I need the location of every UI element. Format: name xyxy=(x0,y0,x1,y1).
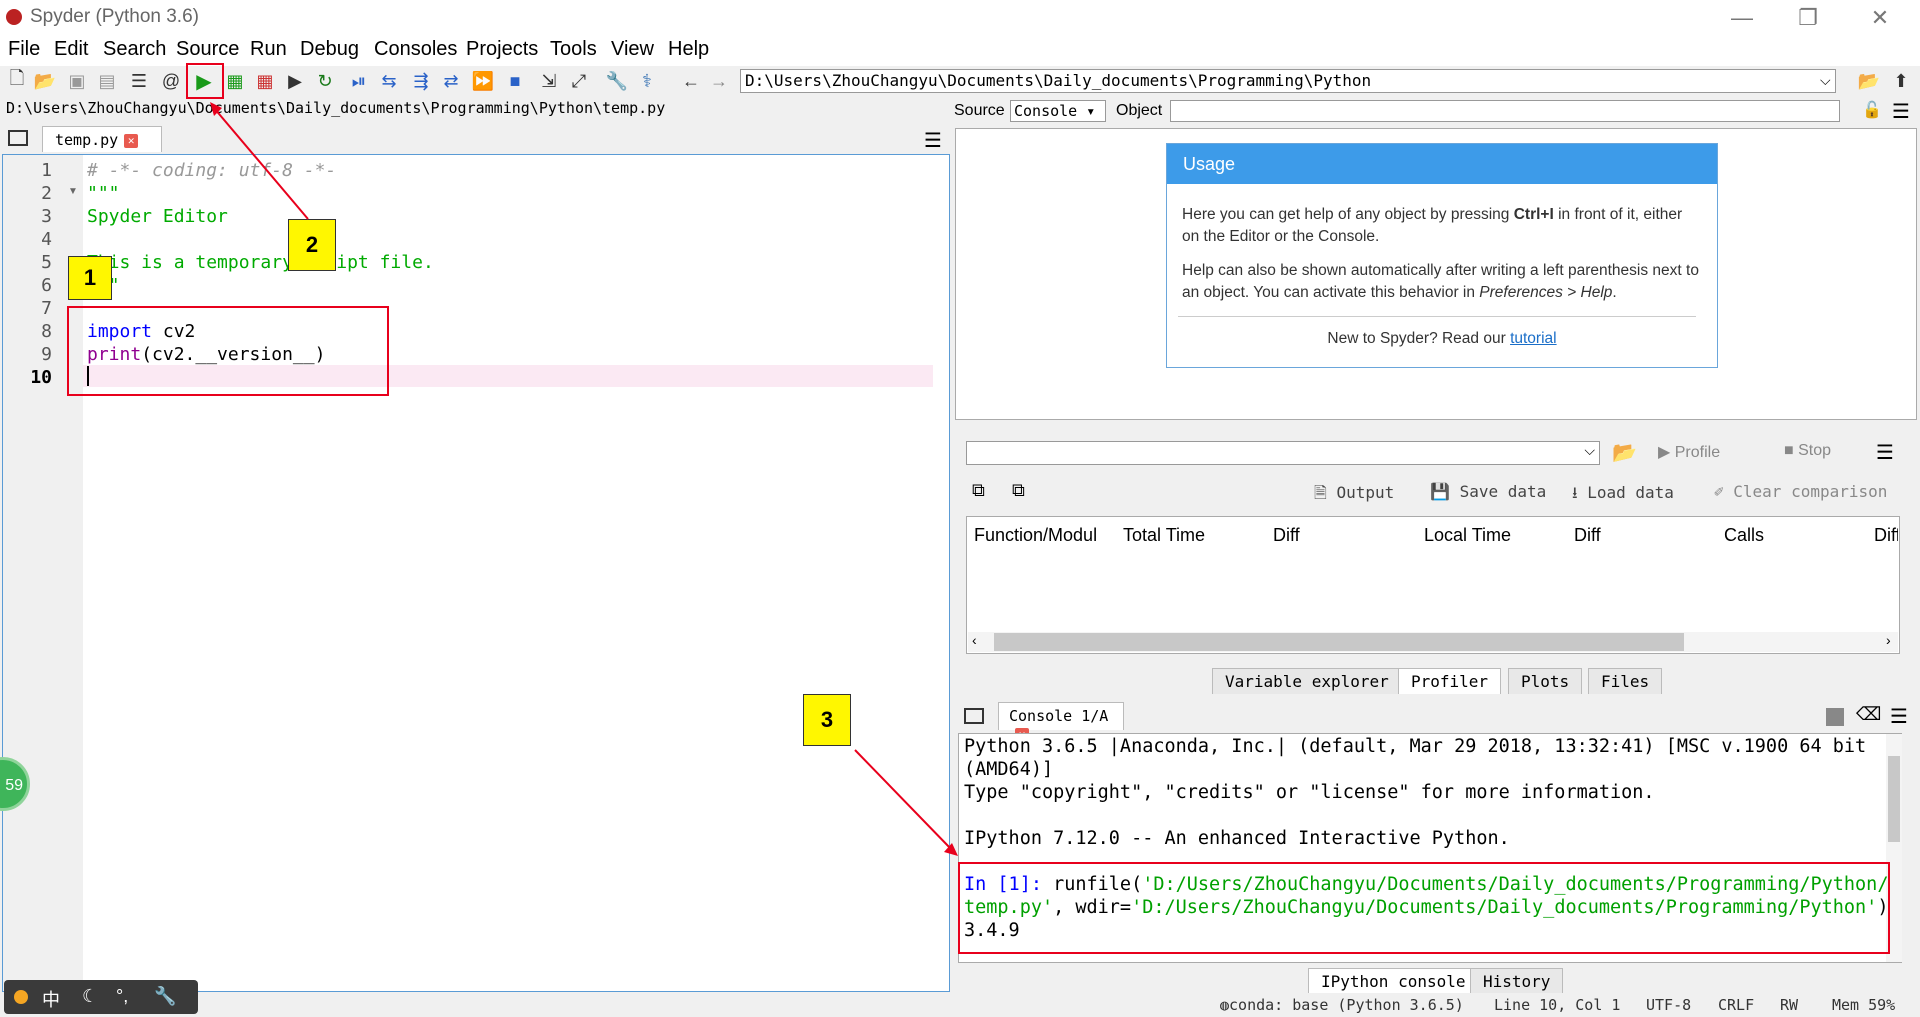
console-tab-label: Console 1/A xyxy=(1009,707,1109,725)
tab-ipython-console[interactable]: IPython console xyxy=(1308,968,1479,994)
object-input[interactable] xyxy=(1170,100,1840,122)
usage-paragraph-1: Here you can get help of any object by p… xyxy=(1182,206,1683,245)
memory-usage: Mem 59% xyxy=(1832,996,1896,1014)
file-permissions: RW xyxy=(1780,996,1799,1014)
console-line: (AMD64)] xyxy=(964,759,1054,780)
conda-status: ◍conda: base (Python 3.6.5) xyxy=(1220,996,1464,1014)
column-header[interactable]: Diff xyxy=(1574,525,1601,546)
tab-variable-explorer[interactable]: Variable explorer xyxy=(1212,668,1402,694)
column-header[interactable]: Total Time xyxy=(1123,525,1205,546)
tab-plots[interactable]: Plots xyxy=(1508,668,1583,694)
interrupt-kernel-icon[interactable] xyxy=(1826,708,1844,726)
tutorial-link[interactable]: tutorial xyxy=(1510,330,1557,347)
profiler-options-icon[interactable]: ☰ xyxy=(1876,440,1894,465)
usage-paragraph-2: Help can also be shown automatically aft… xyxy=(1182,262,1699,301)
file-encoding: UTF-8 xyxy=(1646,996,1692,1014)
console-line: Python 3.6.5 |Anaconda, Inc.| (default, … xyxy=(964,736,1867,757)
profile-button[interactable]: ▶ Profile xyxy=(1658,442,1720,462)
tab-console[interactable]: Console 1/A✕ xyxy=(998,702,1124,742)
tab-history[interactable]: History xyxy=(1470,968,1564,994)
console-line: Type "copyright", "credits" or "license"… xyxy=(964,782,1655,803)
console-options-icon[interactable]: ☰ xyxy=(1890,704,1908,729)
annotation-label-3: 3 xyxy=(803,694,851,746)
usage-divider xyxy=(1178,316,1696,317)
object-label: Object xyxy=(1116,102,1163,119)
source-value: Console xyxy=(1014,102,1078,120)
scroll-left-icon[interactable]: ‹ xyxy=(972,632,977,648)
line-endings: CRLF xyxy=(1718,996,1755,1014)
source-combo[interactable]: Console ▾ xyxy=(1010,100,1106,122)
half-width-icon[interactable]: ☾ xyxy=(82,986,98,1007)
stop-button[interactable]: ■ Stop xyxy=(1784,442,1831,460)
usage-paragraph-3: New to Spyder? Read our tutorial xyxy=(1327,330,1557,347)
profiler-file-combo[interactable]: ⌵ xyxy=(966,441,1600,465)
column-header[interactable]: Function/Modul xyxy=(974,525,1097,546)
conda-icon: ◍ xyxy=(1220,996,1230,1014)
save-data-button[interactable]: 💾 Save data xyxy=(1430,482,1546,501)
expand-icon[interactable]: ⧉ xyxy=(1012,480,1025,501)
source-label: Source xyxy=(954,102,1005,119)
column-header[interactable]: Local Time xyxy=(1424,525,1511,546)
status-bar xyxy=(0,993,1920,1017)
lock-icon[interactable]: 🔓 xyxy=(1862,100,1882,120)
collapse-icon[interactable]: ⧉ xyxy=(972,480,985,501)
tab-files[interactable]: Files xyxy=(1588,668,1663,694)
column-header[interactable]: Diff xyxy=(1273,525,1300,546)
output-button[interactable]: 🗎 Output xyxy=(1314,482,1394,509)
load-data-button[interactable]: ⭳ Load data xyxy=(1572,482,1674,509)
ime-logo-icon[interactable] xyxy=(14,990,28,1004)
punctuation-icon[interactable]: °, xyxy=(116,986,128,1007)
annotation-box-output xyxy=(958,862,1890,954)
usage-title: Usage xyxy=(1167,144,1717,184)
console-line: IPython 7.12.0 -- An enhanced Interactiv… xyxy=(964,828,1510,849)
console-browse-tabs-icon[interactable] xyxy=(964,708,984,724)
column-header[interactable]: Calls xyxy=(1724,525,1764,546)
tab-profiler[interactable]: Profiler xyxy=(1398,668,1502,694)
help-options-icon[interactable]: ☰ xyxy=(1892,99,1910,124)
console-scrollbar-thumb[interactable] xyxy=(1888,756,1900,842)
scrollbar-thumb[interactable] xyxy=(994,633,1684,651)
ime-language[interactable]: 中 xyxy=(42,986,60,1012)
clear-console-icon[interactable]: ⌫ xyxy=(1856,704,1881,725)
scroll-right-icon[interactable]: › xyxy=(1886,632,1891,648)
clear-comparison-button[interactable]: ✐ Clear comparison xyxy=(1714,482,1887,501)
profiler-browse-icon[interactable]: 📂 xyxy=(1612,440,1637,465)
column-header[interactable]: Diff xyxy=(1874,525,1898,546)
cursor-position: Line 10, Col 1 xyxy=(1494,996,1621,1014)
ime-settings-icon[interactable]: 🔧 xyxy=(154,986,176,1007)
